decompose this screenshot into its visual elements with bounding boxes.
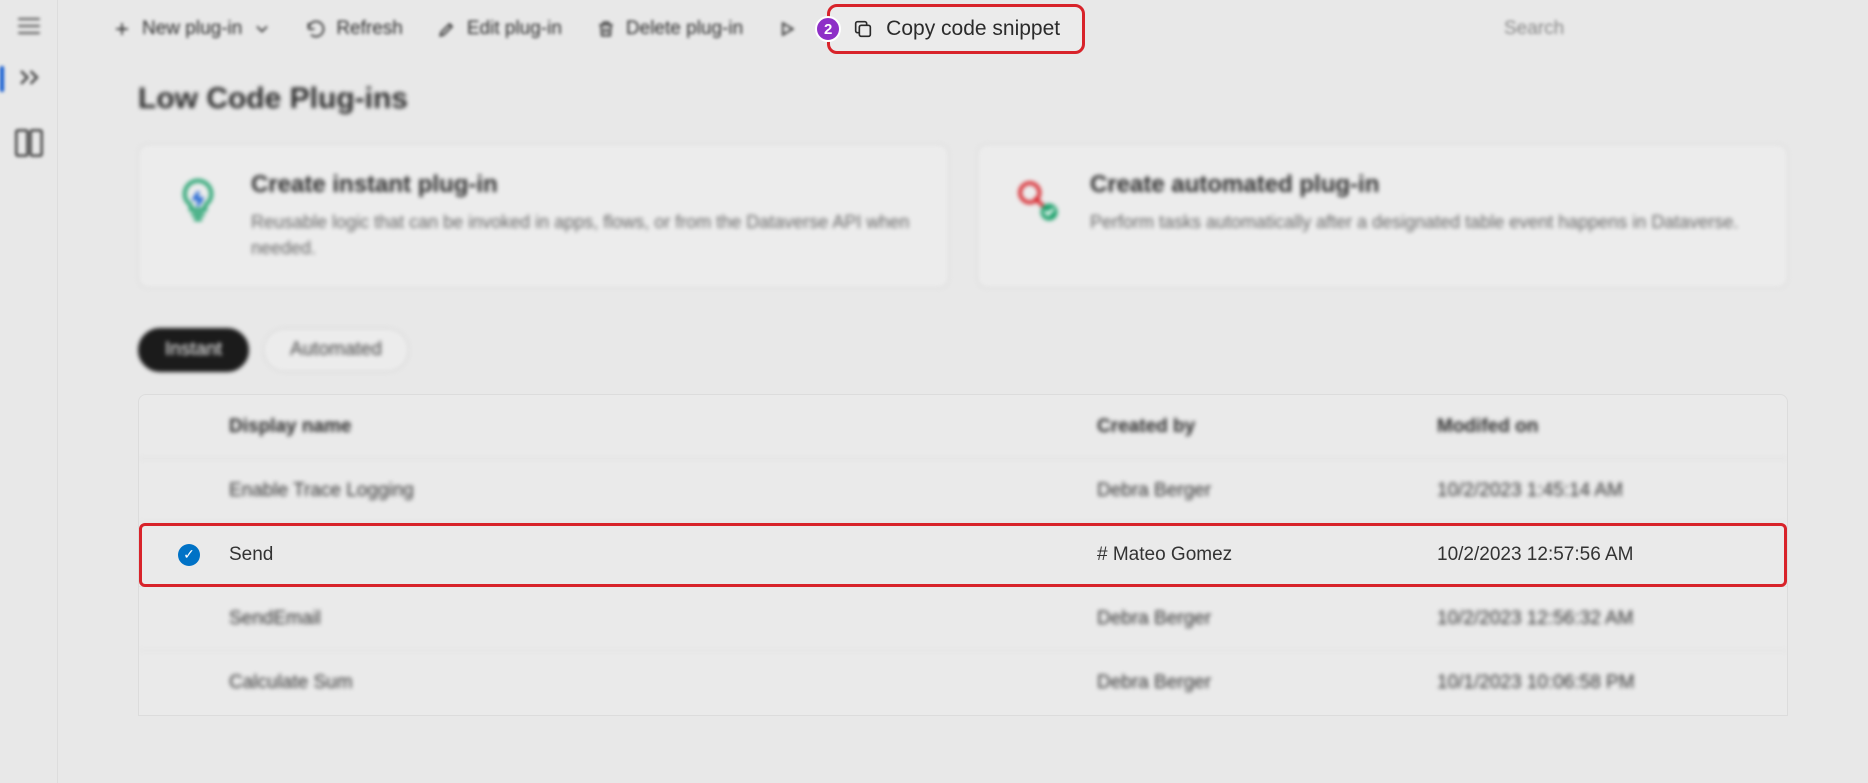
trash-icon (596, 19, 616, 39)
col-display-name[interactable]: Display name (229, 416, 1097, 438)
new-plugin-button[interactable]: New plug-in (98, 10, 286, 48)
tab-strip: Instant Automated (138, 328, 1788, 372)
tab-instant[interactable]: Instant (138, 328, 249, 372)
instant-card-title: Create instant plug-in (251, 171, 918, 199)
table-row[interactable]: Enable Trace Logging Debra Berger 10/2/2… (139, 459, 1787, 523)
hamburger-menu[interactable] (18, 18, 40, 34)
instant-icon (169, 171, 227, 229)
search-input[interactable]: Search (1488, 9, 1848, 49)
refresh-icon (306, 19, 326, 39)
col-created-by[interactable]: Created by (1097, 416, 1437, 438)
copy-code-snippet-label: Copy code snippet (886, 17, 1060, 41)
table-row[interactable]: SendEmail Debra Berger 10/2/2023 12:56:3… (139, 587, 1787, 651)
plugins-table: Display name Created by Modifed on Enabl… (138, 394, 1788, 716)
cell-display-name: SendEmail (229, 608, 1097, 630)
table-header-row: Display name Created by Modifed on (139, 395, 1787, 459)
create-instant-card[interactable]: Create instant plug-in Reusable logic th… (138, 144, 949, 288)
table-row-selected[interactable]: ✓ Send # Mateo Gomez 10/2/2023 12:57:56 … (139, 523, 1787, 587)
delete-plugin-button[interactable]: Delete plug-in (582, 10, 757, 48)
refresh-button[interactable]: Refresh (292, 10, 417, 48)
table-row[interactable]: Calculate Sum Debra Berger 10/1/2023 10:… (139, 651, 1787, 715)
cell-modified-on: 10/2/2023 12:56:32 AM (1437, 608, 1777, 630)
play-icon (777, 19, 797, 39)
cell-modified-on: 10/2/2023 12:57:56 AM (1437, 544, 1777, 566)
cell-display-name: Enable Trace Logging (229, 480, 1097, 502)
plug-icon (10, 60, 48, 98)
automated-icon (1008, 171, 1066, 229)
create-automated-card[interactable]: Create automated plug-in Perform tasks a… (977, 144, 1788, 288)
annotation-badge-2: 2 (815, 16, 841, 42)
rail-item-plugins[interactable] (10, 60, 48, 98)
automated-card-title: Create automated plug-in (1090, 171, 1738, 199)
play-button[interactable] (763, 11, 801, 47)
cell-created-by: # Mateo Gomez (1097, 544, 1437, 566)
delete-plugin-label: Delete plug-in (626, 18, 743, 40)
cell-created-by: Debra Berger (1097, 672, 1437, 694)
rail-item-library[interactable] (10, 124, 48, 162)
cell-display-name: Send (229, 544, 1097, 566)
new-plugin-label: New plug-in (142, 18, 242, 40)
cell-created-by: Debra Berger (1097, 608, 1437, 630)
refresh-label: Refresh (336, 18, 403, 40)
plus-icon (112, 19, 132, 39)
command-bar: New plug-in Refresh Edit plug-in Delete … (58, 0, 1868, 58)
copy-code-snippet-button[interactable]: Copy code snippet (827, 4, 1085, 54)
copy-icon (852, 18, 874, 40)
edit-plugin-label: Edit plug-in (467, 18, 562, 40)
search-placeholder: Search (1504, 18, 1564, 40)
book-icon (10, 124, 48, 162)
edit-plugin-button[interactable]: Edit plug-in (423, 10, 576, 48)
cell-modified-on: 10/2/2023 1:45:14 AM (1437, 480, 1777, 502)
cell-created-by: Debra Berger (1097, 480, 1437, 502)
cell-modified-on: 10/1/2023 10:06:58 PM (1437, 672, 1777, 694)
row-selected-check-icon[interactable]: ✓ (178, 544, 200, 566)
instant-card-desc: Reusable logic that can be invoked in ap… (251, 209, 918, 261)
page-title: Low Code Plug-ins (138, 82, 1788, 116)
tab-automated[interactable]: Automated (263, 328, 409, 372)
pencil-icon (437, 19, 457, 39)
cell-display-name: Calculate Sum (229, 672, 1097, 694)
chevron-down-icon (252, 19, 272, 39)
automated-card-desc: Perform tasks automatically after a desi… (1090, 209, 1738, 235)
col-modified-on[interactable]: Modifed on (1437, 416, 1777, 438)
left-nav-rail (0, 0, 58, 783)
